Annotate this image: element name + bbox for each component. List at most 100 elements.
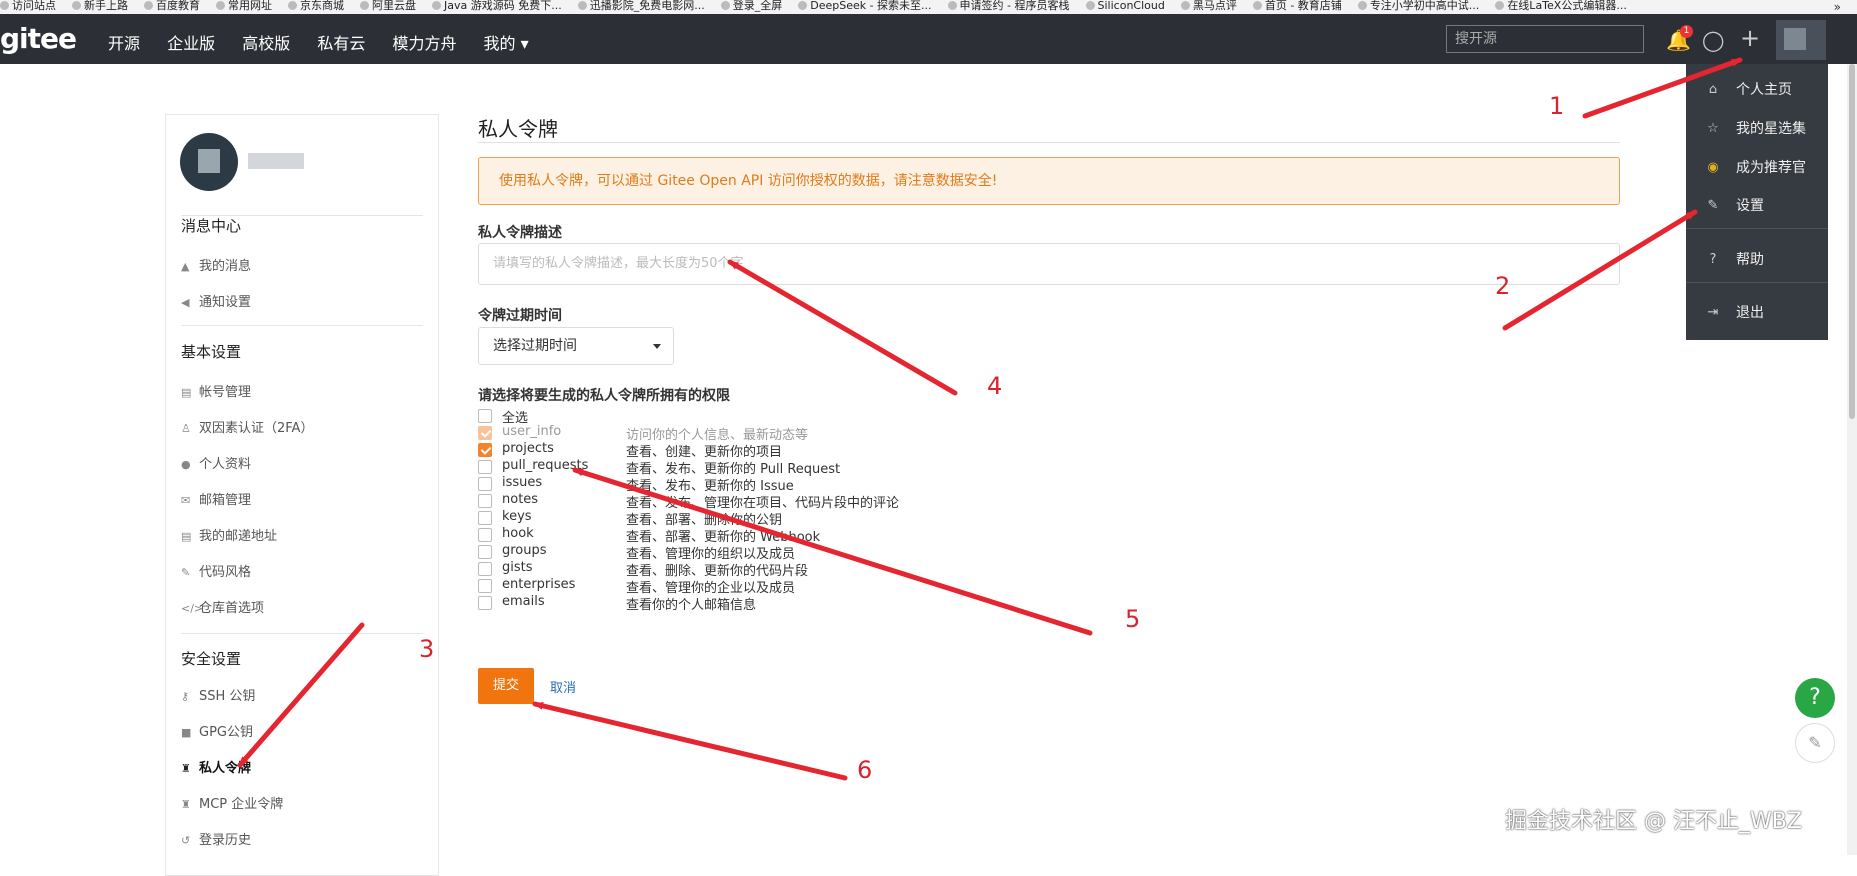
bookmark-item[interactable]: 登录_全屏 [720,0,782,12]
sidebar-item-account[interactable]: ▤ 帐号管理 [181,381,251,400]
nav-link-private-cloud[interactable]: 私有云 [317,34,365,53]
checkbox-icon[interactable] [478,528,492,542]
nav-link-edu[interactable]: 高校版 [242,34,290,53]
checkbox-icon[interactable] [478,477,492,491]
sidebar-item-label: 我的邮递地址 [199,529,278,544]
bookmark-item[interactable]: 迅播影院_免费电影网... [577,0,705,12]
menu-item-referrer[interactable]: ◉ 成为推荐官 [1686,156,1828,180]
bookmark-label: 访问站点 [12,0,56,12]
bookmark-item[interactable]: DeepSeek - 探索未至... [798,0,932,12]
submit-button[interactable]: 提交 [478,668,534,704]
sidebar-item-code-style[interactable]: ✎ 代码风格 [181,561,251,580]
user-avatar-button[interactable] [1776,20,1826,60]
sidebar-item-label: 我的消息 [199,259,252,274]
checkbox-icon[interactable] [478,494,492,508]
token-description-input[interactable]: 请填写的私人令牌描述，最大长度为50个字 [478,243,1620,285]
checkbox-icon[interactable] [478,596,492,610]
menu-item-label: 成为推荐官 [1736,160,1806,176]
sidebar-item-address[interactable]: ▤ 我的邮递地址 [181,525,277,544]
sidebar-item-ssh-keys[interactable]: ⚷ SSH 公钥 [181,685,255,704]
favicon-icon [72,1,81,10]
checkbox-icon[interactable] [478,511,492,525]
permissions-label: 请选择将要生成的私人令牌所拥有的权限 [478,388,730,404]
bookmark-item[interactable]: 在线LaTeX公式编辑器... [1495,0,1627,12]
bookmark-item[interactable]: SiliconCloud [1085,0,1165,12]
sidebar-item-label: 帐号管理 [199,385,252,400]
bookmarks-more-button[interactable]: » [1834,0,1841,14]
sidebar-username-blurred[interactable] [248,153,304,169]
feedback-float-button[interactable]: ✎ [1795,723,1835,763]
sidebar-item-label: 私人令牌 [199,761,252,776]
sidebar-item-label: MCP 企业令牌 [199,797,284,812]
favicon-icon [0,1,9,10]
sidebar-item-notify-settings[interactable]: ◀ 通知设置 [181,291,251,310]
bookmark-item[interactable]: 黑马点评 [1180,0,1237,12]
menu-item-label: 帮助 [1736,252,1764,268]
bookmark-item[interactable]: 阿里云盘 [360,0,416,12]
speaker-icon: ◀ [181,296,190,309]
bookmark-item[interactable]: 首页 - 教育店铺 [1252,0,1342,12]
menu-item-settings[interactable]: ✎ 设置 [1686,194,1828,218]
checkbox-icon[interactable] [478,579,492,593]
bookmark-item[interactable]: 专注小学初中高中试... [1357,0,1479,12]
sidebar-item-login-history[interactable]: ↺ 登录历史 [181,829,251,848]
lightbulb-icon[interactable]: ◯ [1702,28,1724,52]
menu-item-help[interactable]: ? 帮助 [1686,248,1828,272]
sidebar-item-label: 通知设置 [199,295,252,310]
checkbox-icon[interactable] [478,443,492,457]
bookmark-item[interactable]: Java 游戏源码 免费下... [432,0,562,12]
menu-item-logout[interactable]: ⇥ 退出 [1686,301,1828,325]
gitee-logo[interactable]: gitee [0,22,77,55]
sidebar-item-messages[interactable]: ▲ 我的消息 [181,255,251,274]
cancel-link[interactable]: 取消 [550,677,576,696]
menu-item-label: 退出 [1736,305,1764,321]
bookmark-item[interactable]: 申请签约 - 程序员客栈 [947,0,1070,12]
favicon-icon [1085,1,1095,10]
menu-divider [1686,228,1828,229]
menu-item-label: 设置 [1736,198,1764,214]
annotation-number: 4 [987,372,1003,400]
bookmark-item[interactable]: 百度教育 [144,0,200,12]
bookmark-label: 百度教育 [156,0,200,12]
avatar [1784,28,1806,50]
user-secret-icon: ♜ [181,798,191,811]
bookmark-label: 申请签约 - 程序员客栈 [959,0,1070,12]
sidebar-item-mcp-tokens[interactable]: ♜ MCP 企业令牌 [181,793,283,812]
nav-link-enterprise[interactable]: 企业版 [167,34,215,53]
sidebar-item-private-tokens[interactable]: ♜ 私人令牌 [181,757,251,776]
nav-link-opensource[interactable]: 开源 [108,34,140,53]
favicon-icon [432,1,441,10]
nav-link-ai[interactable]: 模力方舟 [392,34,456,53]
star-icon: ☆ [1707,121,1719,136]
checkbox-icon[interactable] [478,409,492,423]
bookmark-item[interactable]: 新手上路 [72,0,128,12]
menu-item-homepage[interactable]: ⌂ 个人主页 [1686,78,1828,102]
sidebar-item-gpg-keys[interactable]: ■ GPG公钥 [181,721,253,740]
sidebar-item-profile[interactable]: ● 个人资料 [181,453,251,472]
sidebar-avatar[interactable] [180,133,238,191]
annotation-number: 3 [419,635,435,663]
checkbox-icon[interactable] [478,545,492,559]
key-icon: ⚷ [181,690,190,703]
scrollbar-thumb[interactable] [1849,64,1855,419]
permission-name: groups [502,543,547,558]
plus-icon[interactable]: + [1740,24,1760,52]
bookmark-item[interactable]: 常用网址 [216,0,272,12]
nav-links: 开源 企业版 高校版 私有云 模力方舟 我的 ▾ [108,30,551,54]
help-float-button[interactable]: ? [1795,678,1835,718]
checkbox-icon[interactable] [478,562,492,576]
page-scrollbar[interactable] [1847,64,1857,855]
permission-name: gists [502,560,533,575]
security-alert: 使用私人令牌，可以通过 Gitee Open API 访问你授权的数据，请注意数… [478,157,1620,205]
sidebar-item-emails[interactable]: ✉ 邮箱管理 [181,489,251,508]
expire-select[interactable]: 选择过期时间 [478,327,674,365]
nav-link-mine[interactable]: 我的 ▾ [484,34,529,53]
address-card-icon: ▤ [181,530,192,543]
sidebar-item-repo-prefs[interactable]: </>仓库首选项 [181,597,264,616]
menu-item-stars[interactable]: ☆ 我的星选集 [1686,117,1828,141]
bookmark-item[interactable]: 京东商城 [288,0,344,12]
bookmark-item[interactable]: 访问站点 [0,0,56,12]
search-input[interactable]: 搜开源 [1446,25,1644,53]
checkbox-icon[interactable] [478,460,492,474]
sidebar-item-2fa[interactable]: ♙ 双因素认证（2FA） [181,417,313,436]
